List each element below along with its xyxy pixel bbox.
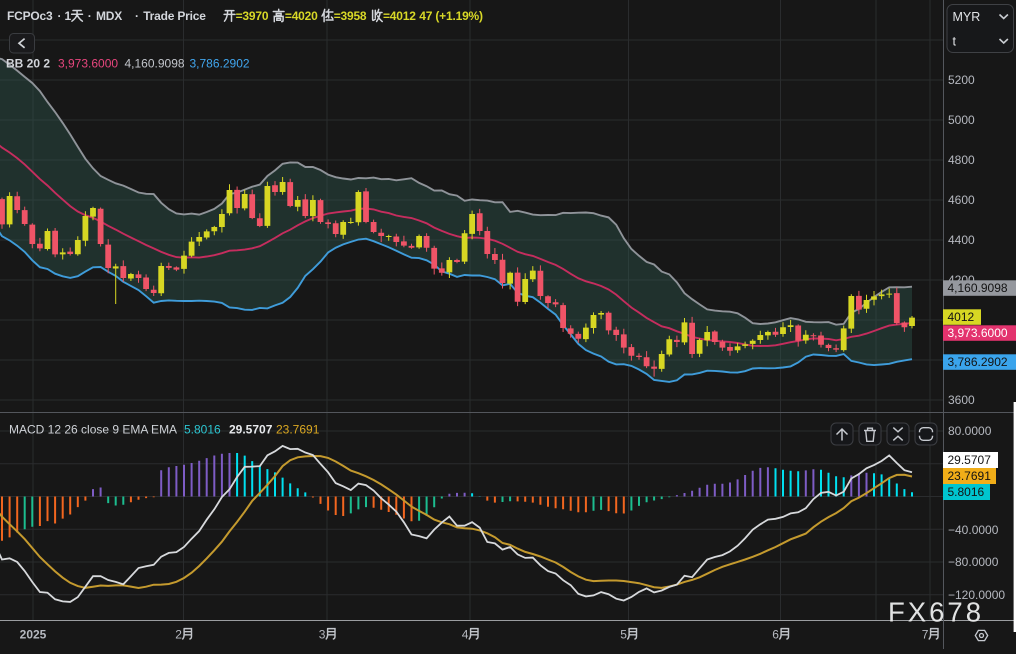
svg-text:3,973.6000: 3,973.6000 <box>948 326 1008 340</box>
svg-text:=4020: =4020 <box>285 9 318 23</box>
svg-text:2: 2 <box>175 628 182 642</box>
svg-text:23.7691: 23.7691 <box>276 423 320 437</box>
svg-text:4800: 4800 <box>948 153 975 167</box>
svg-text:1: 1 <box>65 9 72 23</box>
svg-text:3: 3 <box>319 628 326 642</box>
svg-text:·: · <box>58 9 62 23</box>
svg-text:4400: 4400 <box>948 233 975 247</box>
svg-text:MACD 12 26 close 9 EMA EMA: MACD 12 26 close 9 EMA EMA <box>9 423 177 437</box>
svg-text:4,160.9098: 4,160.9098 <box>948 281 1008 295</box>
svg-text:5: 5 <box>620 628 627 642</box>
svg-text:=3970: =3970 <box>236 9 269 23</box>
svg-text:t: t <box>953 35 957 49</box>
svg-text:4: 4 <box>462 628 469 642</box>
svg-text:Trade Price: Trade Price <box>143 9 206 23</box>
svg-text:29.5707: 29.5707 <box>948 453 992 467</box>
svg-text:BB 20 2: BB 20 2 <box>6 57 50 71</box>
svg-text:4600: 4600 <box>948 193 975 207</box>
svg-text:5.8016: 5.8016 <box>184 423 221 437</box>
svg-text:5000: 5000 <box>948 113 975 127</box>
svg-text:MYR: MYR <box>953 10 981 24</box>
svg-text:−40.0000: −40.0000 <box>948 523 999 537</box>
svg-text:−120.0000: −120.0000 <box>948 588 1005 602</box>
svg-text:5200: 5200 <box>948 73 975 87</box>
svg-text:3600: 3600 <box>948 393 975 407</box>
svg-text:2025: 2025 <box>20 628 47 642</box>
svg-text:5.8016: 5.8016 <box>948 485 985 499</box>
svg-text:3,973.6000: 3,973.6000 <box>58 57 118 71</box>
svg-text:29.5707: 29.5707 <box>229 423 273 437</box>
svg-text:=4012: =4012 <box>383 9 416 23</box>
svg-text:7: 7 <box>922 628 929 642</box>
svg-text:−80.0000: −80.0000 <box>948 555 999 569</box>
svg-text:6: 6 <box>772 628 779 642</box>
svg-text:3,786.2902: 3,786.2902 <box>948 355 1008 369</box>
svg-text:·: · <box>135 9 139 23</box>
svg-text:23.7691: 23.7691 <box>948 469 992 483</box>
svg-text:3,786.2902: 3,786.2902 <box>190 57 250 71</box>
svg-text:FCPOc3: FCPOc3 <box>7 9 53 23</box>
svg-text:4012: 4012 <box>948 310 975 324</box>
svg-text:=3958: =3958 <box>334 9 367 23</box>
svg-text:·: · <box>88 9 92 23</box>
svg-text:4,160.9098: 4,160.9098 <box>125 57 185 71</box>
svg-text:47 (+1.19%): 47 (+1.19%) <box>419 9 483 23</box>
svg-text:MDX: MDX <box>96 9 122 23</box>
svg-text:80.0000: 80.0000 <box>948 424 992 438</box>
